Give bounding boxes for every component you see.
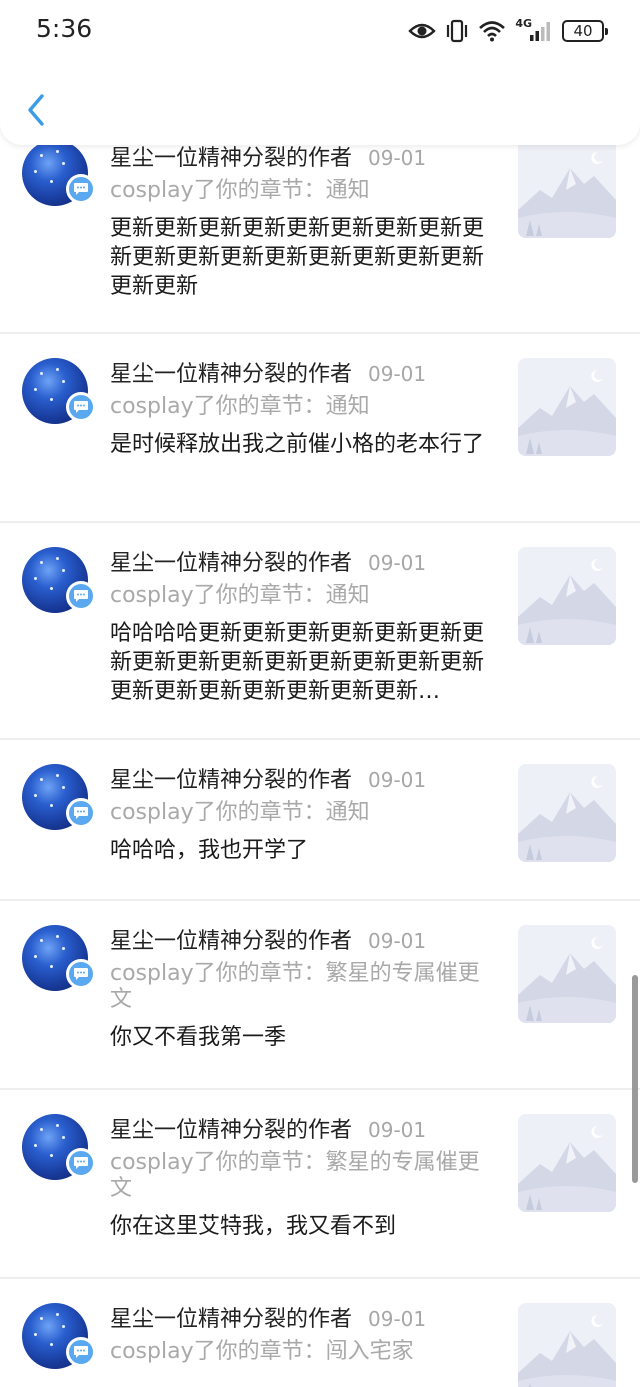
network-label: 4G — [515, 16, 532, 30]
chapter-thumbnail[interactable] — [518, 1114, 616, 1212]
author-name[interactable]: 星尘一位精神分裂的作者 — [110, 1112, 352, 1144]
top-bar: 5:36 4G 40 — [0, 0, 640, 145]
notification-item[interactable]: 星尘一位精神分裂的作者 09-01 cosplay了你的章节：通知 更新更新更新… — [0, 132, 640, 334]
notification-text: 星尘一位精神分裂的作者 09-01 cosplay了你的章节：闯入宅家 — [110, 1301, 490, 1375]
notification-date: 09-01 — [368, 929, 427, 953]
author-name[interactable]: 星尘一位精神分裂的作者 — [110, 923, 352, 955]
author-name[interactable]: 星尘一位精神分裂的作者 — [110, 545, 352, 577]
comment-icon — [74, 807, 88, 819]
avatar-container[interactable] — [22, 358, 96, 428]
avatar-container[interactable] — [22, 925, 96, 995]
notification-date: 09-01 — [368, 146, 427, 170]
notification-date: 09-01 — [368, 362, 427, 386]
notification-item[interactable]: 星尘一位精神分裂的作者 09-01 cosplay了你的章节：繁星的专属催更文 … — [0, 1090, 640, 1279]
notification-subtitle[interactable]: cosplay了你的章节：通知 — [110, 178, 490, 204]
comment-icon — [74, 590, 88, 602]
avatar-container[interactable] — [22, 547, 96, 617]
comment-icon — [74, 1346, 88, 1358]
comment-badge — [66, 392, 96, 422]
comment-icon — [74, 401, 88, 413]
notification-text: 星尘一位精神分裂的作者 09-01 cosplay了你的章节：通知 是时候释放出… — [110, 356, 490, 459]
image-placeholder-icon — [518, 764, 616, 862]
image-placeholder-icon — [518, 140, 616, 238]
chapter-thumbnail[interactable] — [518, 925, 616, 1023]
notification-item[interactable]: 星尘一位精神分裂的作者 09-01 cosplay了你的章节：闯入宅家 — [0, 1279, 640, 1387]
notification-item[interactable]: 星尘一位精神分裂的作者 09-01 cosplay了你的章节：通知 哈哈哈哈更新… — [0, 523, 640, 740]
notification-subtitle[interactable]: cosplay了你的章节：闯入宅家 — [110, 1339, 490, 1365]
notification-subtitle[interactable]: cosplay了你的章节：繁星的专属催更文 — [110, 961, 490, 1013]
image-placeholder-icon — [518, 358, 616, 456]
comment-icon — [74, 183, 88, 195]
comment-content[interactable]: 是时候释放出我之前催小格的老本行了 — [110, 430, 490, 459]
notification-text: 星尘一位精神分裂的作者 09-01 cosplay了你的章节：通知 更新更新更新… — [110, 140, 490, 301]
comment-badge — [66, 581, 96, 611]
chevron-left-icon — [28, 94, 44, 126]
scrollbar[interactable] — [632, 975, 638, 1183]
wifi-icon — [479, 21, 506, 42]
status-bar: 5:36 4G 40 — [0, 0, 640, 64]
notification-subtitle[interactable]: cosplay了你的章节：通知 — [110, 583, 490, 609]
notification-date: 09-01 — [368, 1307, 427, 1331]
chapter-thumbnail[interactable] — [518, 140, 616, 238]
status-time: 5:36 — [36, 14, 93, 43]
notification-text: 星尘一位精神分裂的作者 09-01 cosplay了你的章节：通知 哈哈哈哈更新… — [110, 545, 490, 706]
comment-badge — [66, 174, 96, 204]
comment-content[interactable]: 你在这里艾特我，我又看不到 — [110, 1212, 490, 1241]
notification-date: 09-01 — [368, 551, 427, 575]
image-placeholder-icon — [518, 1303, 616, 1387]
battery-icon: 40 — [562, 20, 608, 42]
author-name[interactable]: 星尘一位精神分裂的作者 — [110, 356, 352, 388]
comment-icon — [74, 1157, 88, 1169]
comment-content[interactable]: 哈哈哈哈更新更新更新更新更新更新更新更新更新更新更新更新更新更新更新更新更新更新… — [110, 619, 490, 706]
notification-item[interactable]: 星尘一位精神分裂的作者 09-01 cosplay了你的章节：通知 是时候释放出… — [0, 334, 640, 523]
avatar-container[interactable] — [22, 1114, 96, 1184]
image-placeholder-icon — [518, 1114, 616, 1212]
eye-icon — [408, 23, 437, 39]
comment-badge — [66, 1148, 96, 1178]
notification-subtitle[interactable]: cosplay了你的章节：通知 — [110, 394, 490, 420]
comment-content[interactable]: 哈哈哈，我也开学了 — [110, 836, 490, 865]
comment-icon — [74, 968, 88, 980]
image-placeholder-icon — [518, 547, 616, 645]
author-name[interactable]: 星尘一位精神分裂的作者 — [110, 762, 352, 794]
comment-badge — [66, 1337, 96, 1367]
notification-text: 星尘一位精神分裂的作者 09-01 cosplay了你的章节：繁星的专属催更文 … — [110, 923, 490, 1052]
status-icons: 4G 40 — [408, 16, 608, 46]
notification-date: 09-01 — [368, 1118, 427, 1142]
comment-badge — [66, 959, 96, 989]
avatar-container[interactable] — [22, 764, 96, 834]
notification-item[interactable]: 星尘一位精神分裂的作者 09-01 cosplay了你的章节：繁星的专属催更文 … — [0, 901, 640, 1090]
notification-item[interactable]: 星尘一位精神分裂的作者 09-01 cosplay了你的章节：通知 哈哈哈，我也… — [0, 740, 640, 901]
comment-badge — [66, 798, 96, 828]
notification-text: 星尘一位精神分裂的作者 09-01 cosplay了你的章节：通知 哈哈哈，我也… — [110, 762, 490, 865]
comment-content[interactable]: 你又不看我第一季 — [110, 1023, 490, 1052]
avatar-container[interactable] — [22, 140, 96, 210]
image-placeholder-icon — [518, 925, 616, 1023]
vibrate-icon — [447, 19, 468, 43]
comment-content[interactable]: 更新更新更新更新更新更新更新更新更新更新更新更新更新更新更新更新更新更新更新 — [110, 214, 490, 301]
battery-level: 40 — [573, 22, 593, 40]
chapter-thumbnail[interactable] — [518, 547, 616, 645]
chapter-thumbnail[interactable] — [518, 358, 616, 456]
back-button[interactable] — [20, 90, 54, 130]
notification-list: 星尘一位精神分裂的作者 09-01 cosplay了你的章节：通知 更新更新更新… — [0, 132, 640, 1387]
chapter-thumbnail[interactable] — [518, 764, 616, 862]
signal-icon — [530, 22, 550, 41]
avatar-container[interactable] — [22, 1303, 96, 1373]
notification-text: 星尘一位精神分裂的作者 09-01 cosplay了你的章节：繁星的专属催更文 … — [110, 1112, 490, 1241]
notification-subtitle[interactable]: cosplay了你的章节：繁星的专属催更文 — [110, 1150, 490, 1202]
author-name[interactable]: 星尘一位精神分裂的作者 — [110, 1301, 352, 1333]
notification-subtitle[interactable]: cosplay了你的章节：通知 — [110, 800, 490, 826]
notification-date: 09-01 — [368, 768, 427, 792]
chapter-thumbnail[interactable] — [518, 1303, 616, 1387]
